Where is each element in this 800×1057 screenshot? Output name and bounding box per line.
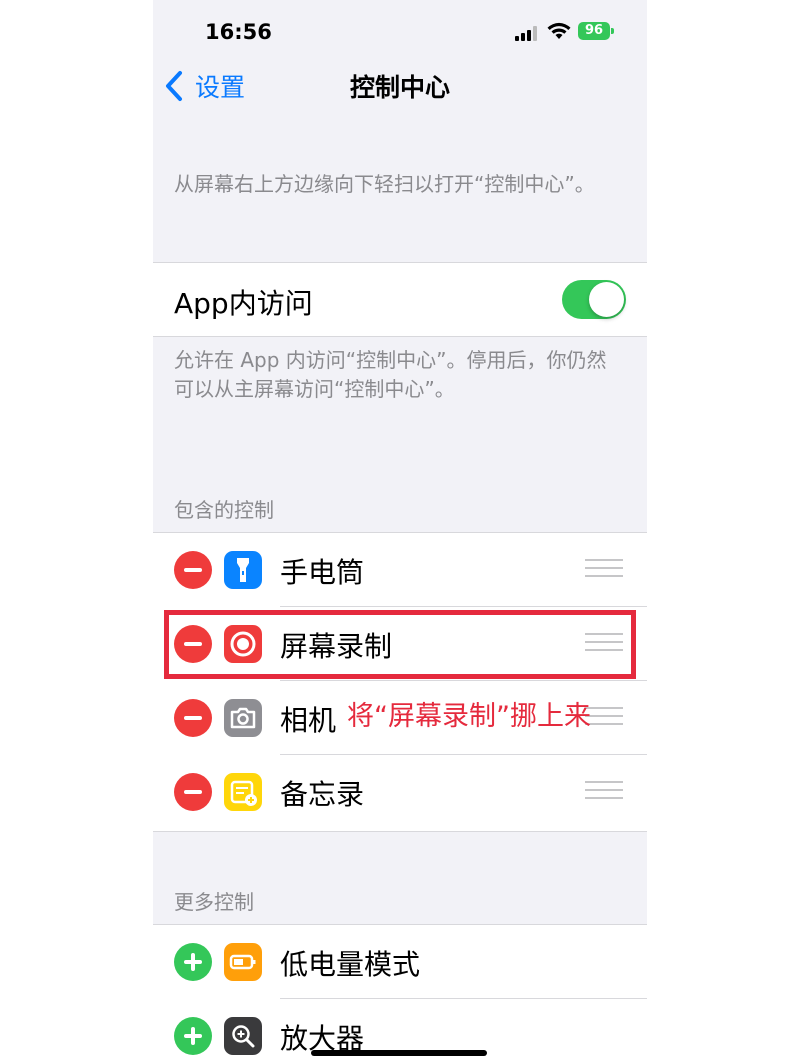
reorder-handle-icon[interactable]	[585, 781, 623, 803]
add-button[interactable]	[174, 943, 212, 981]
battery-cap	[611, 28, 614, 34]
remove-button[interactable]	[174, 773, 212, 811]
home-indicator	[311, 1050, 487, 1056]
cellular-signal-icon	[515, 26, 539, 41]
highlight-box	[164, 610, 636, 679]
more-controls-list: 低电量模式 放大器	[153, 924, 647, 1057]
app-access-toggle[interactable]	[562, 280, 626, 319]
camera-icon	[224, 699, 262, 737]
flashlight-icon	[224, 551, 262, 589]
status-time: 16:56	[205, 20, 272, 44]
included-controls-header: 包含的控制	[174, 498, 274, 522]
control-row-magnifier: 放大器	[153, 999, 647, 1057]
reorder-handle-icon[interactable]	[585, 559, 623, 581]
wifi-icon	[547, 22, 571, 39]
magnifier-icon	[224, 1017, 262, 1055]
included-controls-list: 手电筒 屏幕录制 相机 备忘录	[153, 532, 647, 832]
control-row-low-power: 低电量模式	[153, 925, 647, 999]
control-row-flashlight: 手电筒	[153, 533, 647, 607]
control-row-notes: 备忘录	[153, 755, 647, 829]
app-access-row: App内访问	[153, 262, 647, 337]
page-title: 控制中心	[349, 73, 450, 102]
control-label: 手电筒	[280, 556, 365, 589]
notes-icon	[224, 773, 262, 811]
settings-screen: 16:56 96 设置 控制中心 从屏幕右上方边缘向下轻扫以打开“控制中心”。 …	[153, 0, 647, 1057]
app-access-footer: 允许在 App 内访问“控制中心”。停用后，你仍然可以从主屏幕访问“控制中心”。	[174, 348, 607, 401]
annotation-text: 将“屏幕录制”挪上来	[347, 701, 591, 732]
low-power-icon	[224, 943, 262, 981]
app-access-label: App内访问	[174, 287, 313, 320]
control-label: 备忘录	[280, 778, 365, 811]
more-controls-header: 更多控制	[174, 890, 254, 914]
add-button[interactable]	[174, 1017, 212, 1055]
remove-button[interactable]	[174, 699, 212, 737]
intro-description: 从屏幕右上方边缘向下轻扫以打开“控制中心”。	[174, 172, 595, 196]
remove-button[interactable]	[174, 551, 212, 589]
battery-indicator: 96	[578, 22, 610, 40]
control-label: 低电量模式	[280, 948, 421, 981]
control-label: 相机	[280, 704, 337, 737]
toggle-knob	[589, 282, 624, 317]
